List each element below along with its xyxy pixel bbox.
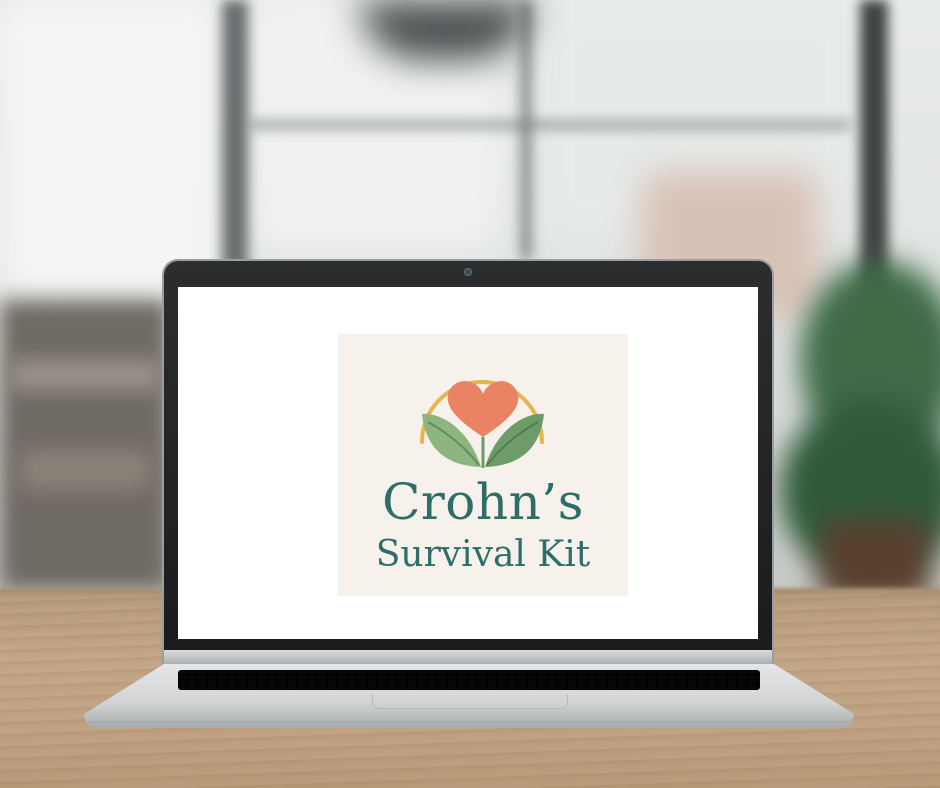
brand-title-line2: Survival Kit	[375, 534, 591, 575]
heart-with-leaves-icon	[420, 380, 544, 468]
keyboard	[178, 670, 760, 690]
laptop-base	[84, 664, 854, 734]
brand-logo: Crohn’s Survival Kit	[338, 334, 628, 596]
laptop-screen: Crohn’s Survival Kit	[178, 287, 758, 639]
blurred-shelf-item	[10, 360, 160, 390]
brand-title-line1: Crohn’s	[382, 473, 584, 531]
photo-scene: Crohn’s Survival Kit	[0, 0, 940, 788]
window-mullion	[250, 120, 850, 130]
blurred-shelf-item	[20, 450, 150, 490]
window-frame	[222, 0, 248, 270]
window-frame	[520, 0, 532, 260]
trackpad	[372, 694, 568, 709]
webcam-icon	[464, 268, 472, 276]
laptop-lid: Crohn’s Survival Kit	[164, 261, 772, 665]
window-light	[0, 0, 220, 300]
blurred-shelf	[0, 300, 170, 590]
